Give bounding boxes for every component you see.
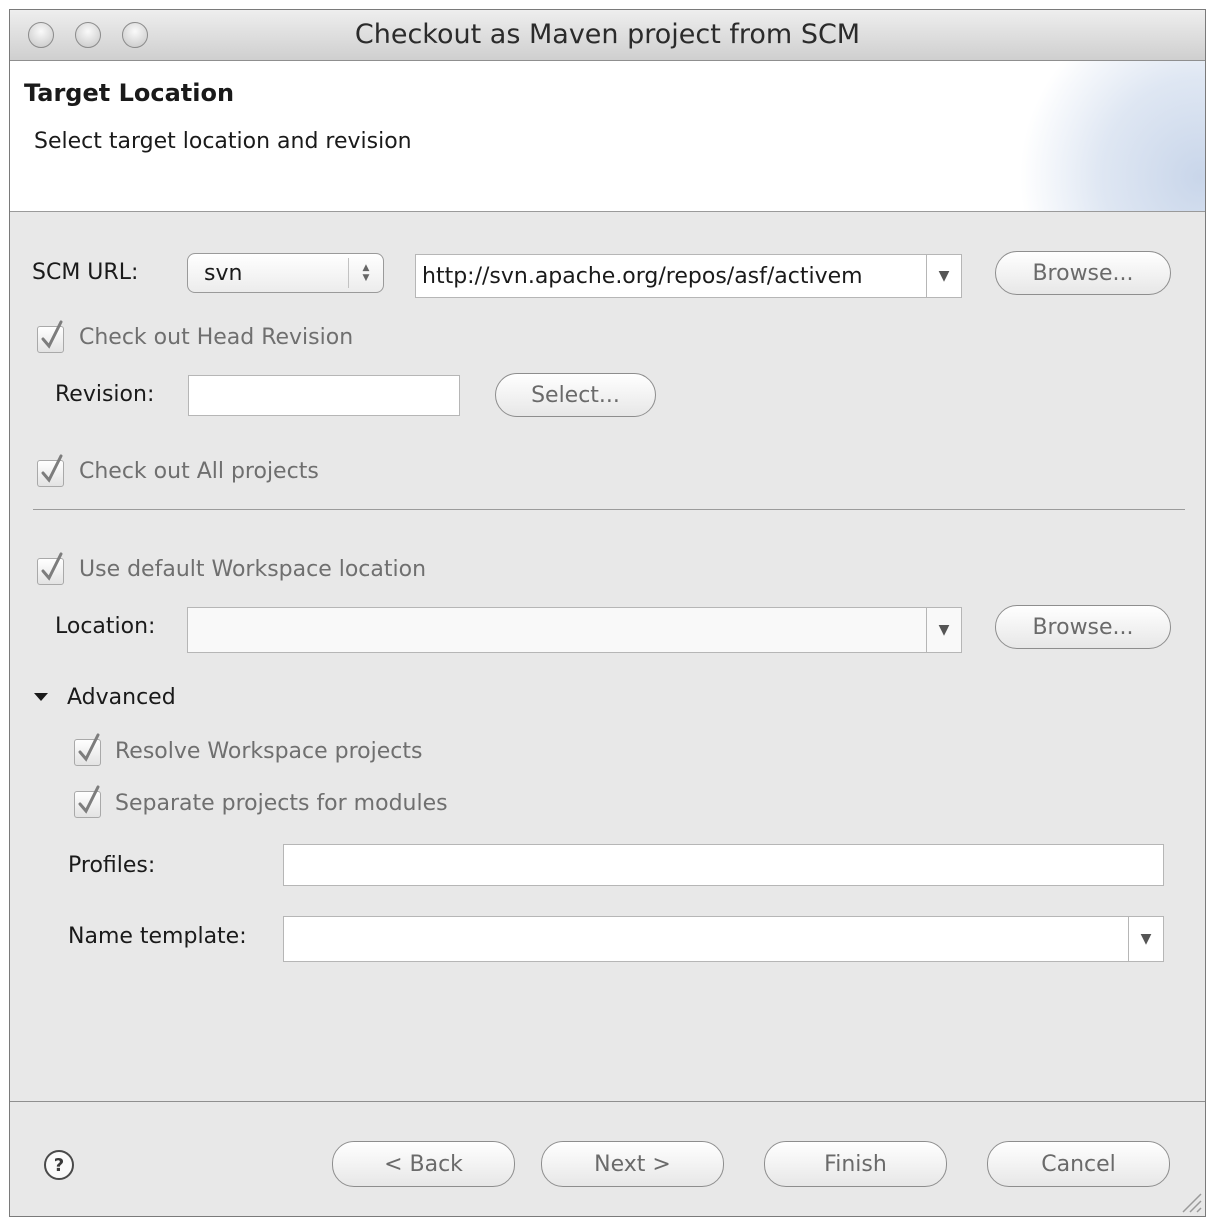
cancel-button[interactable]: Cancel (987, 1141, 1170, 1187)
location-combo[interactable]: ▼ (187, 607, 962, 653)
all-projects-label: Check out All projects (79, 459, 319, 484)
finish-button[interactable]: Finish (764, 1141, 947, 1187)
scm-url-value: http://svn.apache.org/repos/asf/activem (422, 264, 863, 289)
separate-modules-checkbox[interactable] (74, 785, 101, 818)
separate-modules-label: Separate projects for modules (115, 791, 448, 816)
head-revision-checkbox[interactable] (37, 320, 64, 353)
window-title: Checkout as Maven project from SCM (354, 19, 861, 50)
chevron-down-icon[interactable]: ▼ (926, 608, 961, 652)
default-workspace-checkbox[interactable] (37, 552, 64, 585)
scm-url-label: SCM URL: (32, 260, 139, 285)
scm-type-select[interactable]: svn ▲ ▼ (187, 253, 384, 293)
wizard-banner: Target Location Select target location a… (10, 61, 1205, 212)
checkmark-icon (41, 320, 63, 349)
checkout-dialog: Checkout as Maven project from SCM Targe… (9, 9, 1206, 1217)
checkmark-icon (41, 552, 63, 581)
banner-decoration (1005, 61, 1205, 211)
resolve-workspace-checkbox[interactable] (74, 733, 101, 766)
page-title: Target Location (24, 79, 235, 107)
default-workspace-label: Use default Workspace location (79, 557, 427, 582)
location-browse-button[interactable]: Browse... (995, 605, 1171, 649)
name-template-label: Name template: (68, 924, 247, 949)
chevron-down-icon[interactable]: ▼ (1128, 917, 1163, 961)
advanced-label: Advanced (67, 685, 176, 710)
next-button[interactable]: Next > (541, 1141, 724, 1187)
chevron-down-icon[interactable]: ▼ (926, 255, 961, 297)
section-divider (33, 509, 1185, 510)
advanced-toggle[interactable]: Advanced (34, 682, 234, 712)
location-label: Location: (55, 614, 156, 639)
scm-type-value: svn (204, 261, 243, 286)
resolve-workspace-label: Resolve Workspace projects (115, 739, 423, 764)
revision-label: Revision: (55, 382, 155, 407)
footer-divider (10, 1101, 1205, 1102)
scm-browse-button[interactable]: Browse... (995, 251, 1171, 295)
head-revision-label: Check out Head Revision (79, 325, 354, 350)
checkmark-icon (78, 785, 100, 814)
title-bar: Checkout as Maven project from SCM (10, 10, 1205, 61)
checkmark-icon (41, 454, 63, 483)
profiles-input[interactable] (283, 844, 1164, 886)
select-revision-button[interactable]: Select... (495, 373, 656, 417)
page-description: Select target location and revision (34, 129, 412, 154)
disclosure-triangle-icon (34, 693, 48, 701)
name-template-combo[interactable]: ▼ (283, 916, 1164, 962)
back-button[interactable]: < Back (332, 1141, 515, 1187)
checkmark-icon (78, 733, 100, 762)
scm-url-combo[interactable]: http://svn.apache.org/repos/asf/activem … (415, 254, 962, 298)
stepper-arrows-icon: ▲ ▼ (348, 258, 383, 288)
all-projects-checkbox[interactable] (37, 454, 64, 487)
resize-grip-icon[interactable] (1177, 1188, 1203, 1214)
revision-input[interactable] (188, 375, 460, 416)
help-icon[interactable]: ? (44, 1150, 74, 1180)
profiles-label: Profiles: (68, 853, 156, 878)
